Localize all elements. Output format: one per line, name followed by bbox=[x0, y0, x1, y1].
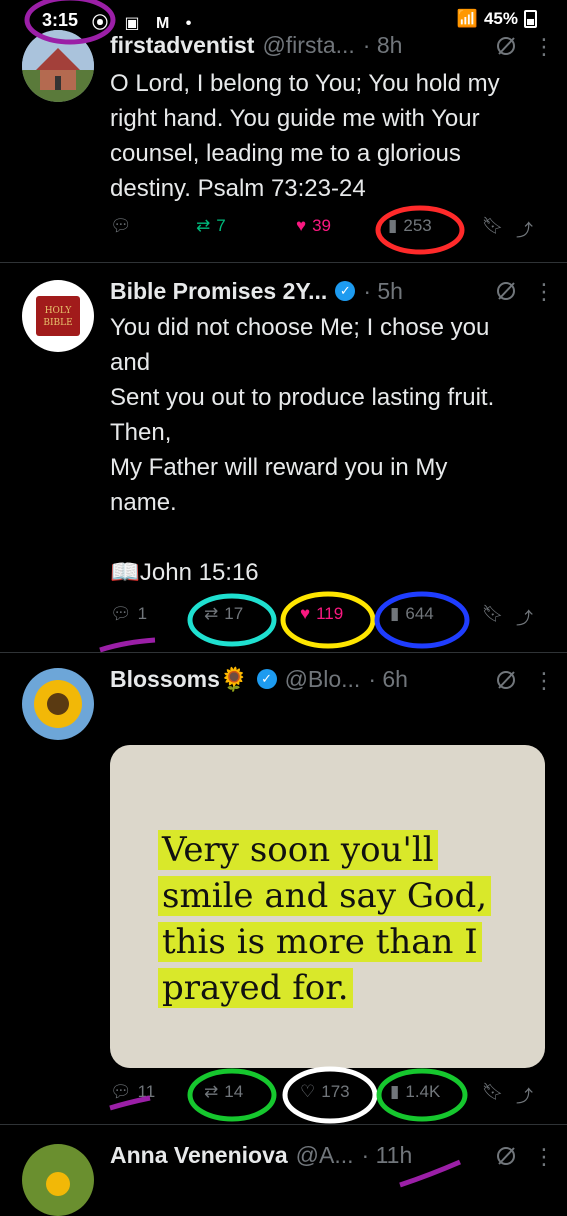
display-name[interactable]: Anna Veneniova bbox=[110, 1142, 288, 1169]
retweet-icon: ⇄ bbox=[196, 216, 211, 235]
bookmark-icon: 🔖︎ bbox=[482, 1082, 504, 1101]
post-time: · 11h bbox=[361, 1141, 413, 1168]
like-count: 39 bbox=[312, 216, 332, 235]
flower-avatar-icon bbox=[46, 1172, 70, 1196]
avatar[interactable] bbox=[22, 1144, 94, 1216]
tweet-actions: 💬︎ 11 ⇄ 14 ♡ 173 ▮ 1.4K 🔖︎ ⤴ bbox=[110, 1082, 540, 1112]
reply-icon: 💬︎ bbox=[110, 604, 132, 623]
sunflower-avatar-icon bbox=[34, 680, 82, 728]
reply-icon: 💬︎ bbox=[110, 216, 132, 235]
share-button[interactable]: ⤴ bbox=[516, 604, 533, 629]
bookmark-icon: 🔖︎ bbox=[482, 604, 504, 623]
reply-button[interactable]: 💬︎ bbox=[110, 216, 132, 236]
grok-icon[interactable] bbox=[495, 35, 517, 57]
tweet-actions: 💬︎ 1 ⇄ 17 ♥ 119 ▮ 644 🔖︎ ⤴ bbox=[110, 604, 540, 634]
tweet-image[interactable]: Very soon you'll smile and say God, this… bbox=[110, 745, 545, 1068]
reply-count: 11 bbox=[137, 1082, 156, 1101]
tweet-2[interactable]: HOLY BIBLE Bible Promises 2Y... ✓ · 5h ⋮… bbox=[0, 262, 567, 652]
tweet-text: O Lord, I belong to You; You hold my rig… bbox=[110, 70, 500, 202]
views-button[interactable]: ▮ 644 bbox=[390, 604, 434, 624]
share-button[interactable]: ⤴ bbox=[516, 216, 533, 241]
like-button[interactable]: ♡ 173 bbox=[300, 1082, 350, 1102]
tweet-text: You did not choose Me; I chose you and S… bbox=[110, 314, 495, 586]
heart-outline-icon: ♡ bbox=[300, 1082, 316, 1101]
grok-icon[interactable] bbox=[495, 1145, 517, 1167]
tweet-header: Bible Promises 2Y... ✓ · 5h bbox=[110, 274, 551, 308]
reply-button[interactable]: 💬︎ 11 bbox=[110, 1082, 155, 1102]
bookmark-button[interactable]: 🔖︎ bbox=[482, 604, 504, 624]
retweet-button[interactable]: ⇄ 7 bbox=[196, 216, 226, 236]
like-count: 119 bbox=[316, 604, 344, 623]
retweet-count: 7 bbox=[216, 216, 226, 235]
quote-line: smile and say God, bbox=[158, 876, 492, 916]
retweet-count: 17 bbox=[224, 604, 244, 623]
views-icon: ▮ bbox=[388, 216, 398, 235]
share-icon: ⤴ bbox=[516, 609, 533, 628]
reply-count: 1 bbox=[137, 604, 148, 623]
post-time: · 6h bbox=[368, 665, 408, 692]
views-count: 253 bbox=[403, 216, 432, 235]
verified-badge-icon: ✓ bbox=[256, 669, 277, 689]
like-count: 173 bbox=[321, 1082, 350, 1101]
bookmark-button[interactable]: 🔖︎ bbox=[482, 1082, 504, 1102]
quote-line: this is more than I bbox=[158, 922, 491, 962]
retweet-icon: ⇄ bbox=[204, 1082, 219, 1101]
views-count: 1.4K bbox=[405, 1082, 441, 1101]
tweet-actions: 💬︎ ⇄ 7 ♥ 39 ▮ 253 🔖︎ ⤴ bbox=[110, 216, 540, 246]
like-button[interactable]: ♥ 119 bbox=[300, 604, 343, 624]
views-button[interactable]: ▮ 253 bbox=[388, 216, 432, 236]
like-button[interactable]: ♥ 39 bbox=[296, 216, 331, 236]
svg-text:BIBLE: BIBLE bbox=[43, 318, 72, 328]
more-options-icon[interactable]: ⋮ bbox=[533, 1146, 555, 1168]
more-options-icon[interactable]: ⋮ bbox=[533, 36, 555, 58]
grok-icon[interactable] bbox=[495, 669, 517, 691]
avatar[interactable] bbox=[22, 30, 94, 102]
display-name[interactable]: firstadventist bbox=[110, 32, 254, 59]
church-avatar-icon bbox=[22, 30, 94, 102]
heart-icon: ♥ bbox=[300, 604, 311, 623]
tweet-1[interactable]: firstadventist @firsta... · 8h ⋮ O Lord,… bbox=[0, 0, 567, 262]
user-handle: @Blo... bbox=[284, 665, 361, 692]
share-button[interactable]: ⤴ bbox=[516, 1082, 533, 1107]
bookmark-button[interactable]: 🔖︎ bbox=[482, 216, 504, 236]
heart-icon: ♥ bbox=[296, 216, 307, 235]
post-time: · 8h bbox=[362, 31, 403, 58]
reply-icon: 💬︎ bbox=[110, 1082, 132, 1101]
reply-button[interactable]: 💬︎ 1 bbox=[110, 604, 147, 624]
display-name[interactable]: Bible Promises 2Y... bbox=[110, 278, 327, 305]
display-name[interactable]: Blossoms🌻 bbox=[110, 666, 249, 693]
bookmark-icon: 🔖︎ bbox=[482, 216, 504, 235]
tweet-header: firstadventist @firsta... · 8h bbox=[110, 28, 551, 62]
tweet-4[interactable]: Anna Veneniova @A... · 11h ⋮ bbox=[0, 1124, 567, 1216]
views-button[interactable]: ▮ 1.4K bbox=[390, 1082, 440, 1102]
views-count: 644 bbox=[405, 604, 434, 623]
user-handle: @A... bbox=[295, 1141, 354, 1168]
user-handle: @firsta... bbox=[262, 31, 355, 58]
avatar[interactable] bbox=[22, 668, 94, 740]
retweet-button[interactable]: ⇄ 14 bbox=[204, 1082, 243, 1102]
more-options-icon[interactable]: ⋮ bbox=[533, 281, 555, 303]
bible-avatar-icon: HOLY BIBLE bbox=[36, 296, 80, 336]
grok-icon[interactable] bbox=[495, 280, 517, 302]
svg-text:HOLY: HOLY bbox=[45, 306, 73, 316]
avatar[interactable]: HOLY BIBLE bbox=[22, 280, 94, 352]
share-icon: ⤴ bbox=[516, 221, 533, 240]
share-icon: ⤴ bbox=[516, 1087, 533, 1106]
views-icon: ▮ bbox=[390, 604, 400, 623]
tweet-header: Blossoms🌻 ✓ @Blo... · 6h bbox=[110, 662, 551, 696]
image-quote: Very soon you'll smile and say God, this… bbox=[158, 830, 492, 1014]
quote-line: prayed for. bbox=[158, 968, 491, 1008]
post-time: · 5h bbox=[363, 277, 403, 304]
more-options-icon[interactable]: ⋮ bbox=[533, 670, 555, 692]
verified-badge-icon: ✓ bbox=[335, 281, 356, 301]
views-icon: ▮ bbox=[390, 1082, 400, 1101]
retweet-button[interactable]: ⇄ 17 bbox=[204, 604, 243, 624]
quote-line: Very soon you'll bbox=[158, 830, 491, 870]
retweet-count: 14 bbox=[224, 1082, 244, 1101]
tweet-header: Anna Veneniova @A... · 11h bbox=[110, 1138, 551, 1172]
retweet-icon: ⇄ bbox=[204, 604, 219, 623]
